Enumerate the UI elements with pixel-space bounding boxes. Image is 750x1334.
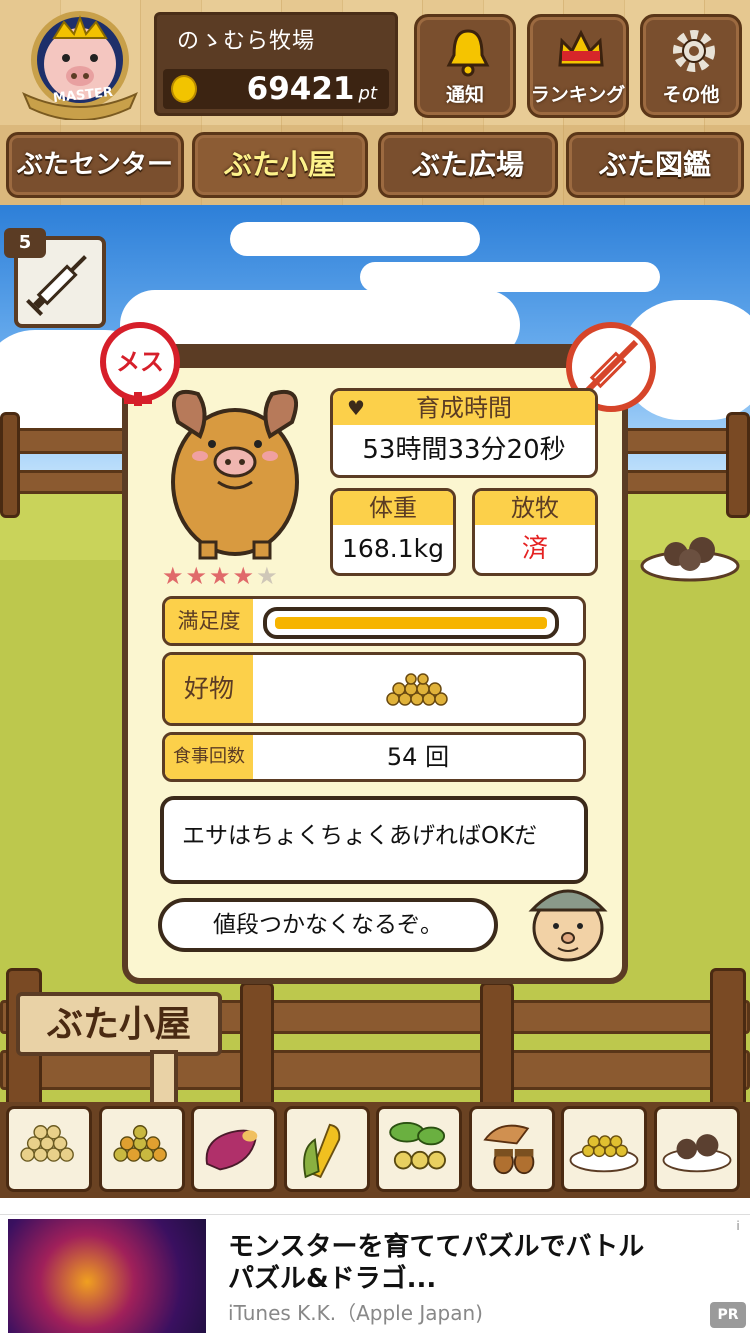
weight-value: 168.1kg bbox=[342, 534, 444, 563]
ranking-label: ランキング bbox=[530, 84, 626, 106]
food-item-button[interactable] bbox=[376, 1106, 462, 1192]
fence-post bbox=[710, 968, 746, 1108]
heart-icon: ♥ bbox=[347, 396, 365, 420]
star-filled: ★ bbox=[185, 562, 210, 590]
star-filled: ★ bbox=[209, 562, 233, 590]
satisfaction-bar bbox=[263, 607, 559, 639]
fence-post bbox=[0, 412, 20, 518]
pig-image bbox=[171, 390, 299, 560]
tab-buta-koya[interactable]: ぶた小屋 bbox=[192, 132, 368, 198]
bell-icon bbox=[446, 29, 490, 77]
soybean-pile-icon bbox=[20, 1125, 74, 1162]
tab-buta-zukan[interactable]: ぶた図鑑 bbox=[566, 132, 744, 198]
settings-button[interactable]: その他 bbox=[640, 14, 742, 118]
food-item-button[interactable] bbox=[191, 1106, 277, 1192]
meal-count-row: 食事回数 54 回 bbox=[162, 732, 586, 782]
star-empty: ★ bbox=[256, 562, 280, 590]
ranking-button[interactable]: ランキング bbox=[527, 14, 629, 118]
crown-icon bbox=[558, 29, 604, 67]
pasture-label: 放牧 bbox=[475, 491, 595, 525]
farmer-speech-bubble-1: エサはちょくちょくあげればOKだ bbox=[160, 796, 588, 884]
raising-time-label: 育成時間 bbox=[416, 394, 512, 422]
satisfaction-bar-fill bbox=[275, 617, 547, 629]
fence-post bbox=[726, 412, 750, 518]
fence-post bbox=[240, 982, 274, 1108]
meatball-plate-icon bbox=[640, 537, 740, 582]
notification-button[interactable]: 通知 bbox=[414, 14, 516, 118]
meatball-plate-icon bbox=[662, 1134, 731, 1173]
points-display: 69421 pt bbox=[247, 71, 377, 107]
sweet-potato-icon bbox=[205, 1129, 258, 1171]
coin-icon bbox=[171, 75, 197, 103]
farm-info-panel: のゝむら牧場 69421 pt bbox=[154, 12, 398, 116]
cloud bbox=[230, 222, 480, 256]
ad-info-icon[interactable]: i bbox=[730, 1219, 746, 1235]
notification-label: 通知 bbox=[445, 84, 484, 106]
ad-title[interactable]: モンスターを育ててパズルでバトル パズル&ドラゴ... bbox=[228, 1231, 668, 1295]
food-item-button[interactable] bbox=[468, 1106, 555, 1192]
grain-pile-icon bbox=[386, 673, 448, 706]
location-sign: ぶた小屋 bbox=[16, 992, 222, 1056]
raising-time-panel: ♥ 育成時間 53時間33分20秒 bbox=[330, 388, 598, 478]
rating-stars: ★★★★★ bbox=[162, 562, 280, 590]
bean-plate-icon bbox=[569, 1135, 639, 1173]
corn-icon bbox=[302, 1123, 340, 1179]
satisfaction-row: 満足度 bbox=[162, 596, 586, 646]
ad-publisher: iTunes K.K.（Apple Japan) bbox=[228, 1301, 483, 1325]
fence-rail bbox=[0, 1050, 750, 1090]
meal-count-value: 54 回 bbox=[386, 743, 450, 771]
mixed-beans-icon bbox=[112, 1125, 167, 1162]
vegetable-icon bbox=[389, 1122, 446, 1170]
ad-image[interactable] bbox=[8, 1219, 206, 1333]
master-pig-badge[interactable]: MASTER bbox=[14, 8, 150, 121]
food-item-button[interactable] bbox=[561, 1106, 647, 1192]
ad-pr-badge: PR bbox=[710, 1302, 746, 1328]
weight-label: 体重 bbox=[333, 491, 453, 525]
fence-post bbox=[480, 982, 514, 1108]
ad-banner[interactable]: モンスターを育ててパズルでバトル パズル&ドラゴ... iTunes K.K.（… bbox=[0, 1214, 750, 1334]
settings-label: その他 bbox=[662, 84, 720, 106]
meal-count-label: 食事回数 bbox=[165, 735, 253, 779]
weight-panel: 体重 168.1kg bbox=[330, 488, 456, 576]
raising-time-header: ♥ 育成時間 bbox=[333, 391, 595, 425]
syringe-count: 5 bbox=[4, 228, 46, 258]
food-item-button[interactable] bbox=[283, 1106, 370, 1192]
farmer-speech-bubble-2: 値段つかなくなるぞ。 bbox=[158, 898, 498, 952]
female-symbol-bar bbox=[124, 398, 152, 404]
points-row: 69421 pt bbox=[163, 69, 389, 109]
star-filled: ★ bbox=[232, 562, 257, 590]
cloud bbox=[360, 262, 660, 292]
raising-time-value: 53時間33分20秒 bbox=[362, 435, 566, 465]
star-filled: ★ bbox=[162, 562, 186, 590]
food-item-button[interactable] bbox=[6, 1106, 92, 1192]
farm-name: のゝむら牧場 bbox=[177, 29, 316, 54]
gender-label: メス bbox=[116, 348, 164, 376]
pasture-panel: 放牧 済 bbox=[472, 488, 598, 576]
acorn-icon bbox=[482, 1124, 534, 1175]
pasture-value: 済 bbox=[521, 534, 548, 564]
favorite-label: 好物 bbox=[165, 655, 253, 723]
gear-icon bbox=[673, 30, 715, 72]
points-unit: pt bbox=[358, 83, 377, 104]
card-top-border bbox=[122, 344, 628, 368]
tab-buta-center[interactable]: ぶたセンター bbox=[6, 132, 184, 198]
points-value: 69421 bbox=[246, 71, 355, 107]
sign-post bbox=[150, 1050, 178, 1110]
favorite-food-row: 好物 bbox=[162, 652, 586, 726]
food-item-button[interactable] bbox=[98, 1106, 185, 1192]
farmer-avatar bbox=[528, 889, 608, 962]
food-item-button[interactable] bbox=[653, 1106, 740, 1192]
tab-buta-hiroba[interactable]: ぶた広場 bbox=[378, 132, 558, 198]
satisfaction-label: 満足度 bbox=[165, 599, 253, 643]
